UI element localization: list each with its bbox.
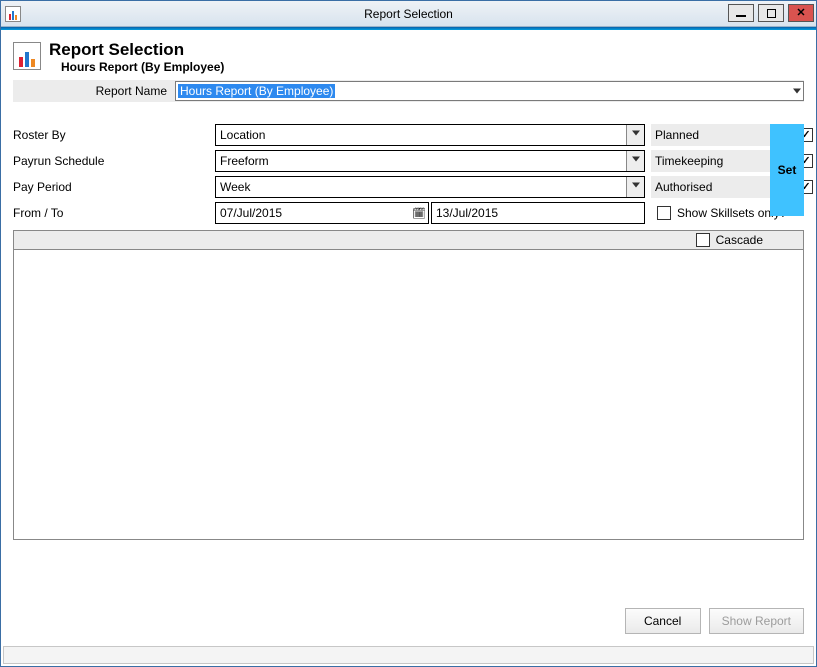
report-name-label: Report Name — [13, 84, 175, 98]
payrun-schedule-value: Freeform — [220, 154, 269, 168]
chevron-down-icon — [626, 151, 644, 171]
to-date-value: 13/Jul/2015 — [436, 206, 498, 220]
close-button[interactable]: ✕ — [788, 4, 814, 22]
calendar-icon[interactable]: 🗓 — [410, 203, 428, 223]
pay-period-value: Week — [220, 180, 250, 194]
roster-by-label: Roster By — [13, 128, 209, 142]
chevron-down-icon — [626, 177, 644, 197]
from-date-field[interactable]: 07/Jul/2015 🗓 — [215, 202, 429, 224]
cancel-button[interactable]: Cancel — [625, 608, 701, 634]
footer-bar: Cancel Show Report — [13, 602, 804, 638]
authorised-label: Authorised — [655, 180, 712, 194]
maximize-button[interactable] — [758, 4, 784, 22]
roster-by-combo[interactable]: Location — [215, 124, 645, 146]
report-selection-window: Report Selection ✕ Report Selection Hour… — [0, 0, 817, 667]
minimize-button[interactable] — [728, 4, 754, 22]
set-button[interactable]: Set — [770, 124, 804, 216]
report-name-row: Report Name Hours Report (By Employee) — [13, 80, 804, 102]
page-header: Report Selection Hours Report (By Employ… — [13, 40, 804, 80]
roster-by-value: Location — [220, 128, 265, 142]
report-name-combo[interactable]: Hours Report (By Employee) — [175, 81, 804, 101]
cascade-checkbox[interactable] — [696, 233, 710, 247]
pay-period-combo[interactable]: Week — [215, 176, 645, 198]
results-body — [13, 250, 804, 540]
pay-period-label: Pay Period — [13, 180, 209, 194]
chevron-down-icon — [626, 125, 644, 145]
status-bar — [3, 646, 814, 664]
chevron-down-icon — [793, 89, 801, 94]
planned-label: Planned — [655, 128, 699, 142]
page-title: Report Selection — [49, 40, 224, 60]
report-icon — [13, 42, 41, 70]
filter-grid: Roster By Location Planned Payrun Schedu… — [13, 124, 764, 224]
payrun-schedule-label: Payrun Schedule — [13, 154, 209, 168]
report-name-value: Hours Report (By Employee) — [178, 84, 335, 98]
payrun-schedule-combo[interactable]: Freeform — [215, 150, 645, 172]
to-date-field[interactable]: 13/Jul/2015 — [431, 202, 645, 224]
window-title: Report Selection — [1, 7, 816, 21]
show-report-button[interactable]: Show Report — [709, 608, 804, 634]
cascade-label: Cascade — [716, 233, 763, 247]
results-header: Cascade — [13, 230, 804, 250]
skillsets-checkbox[interactable] — [657, 206, 671, 220]
app-icon — [5, 6, 21, 22]
results-panel: Cascade — [13, 230, 804, 540]
from-date-value: 07/Jul/2015 — [220, 206, 282, 220]
timekeeping-label: Timekeeping — [655, 154, 723, 168]
titlebar: Report Selection ✕ — [1, 1, 816, 27]
from-to-label: From / To — [13, 206, 209, 220]
page-subtitle: Hours Report (By Employee) — [49, 60, 224, 74]
